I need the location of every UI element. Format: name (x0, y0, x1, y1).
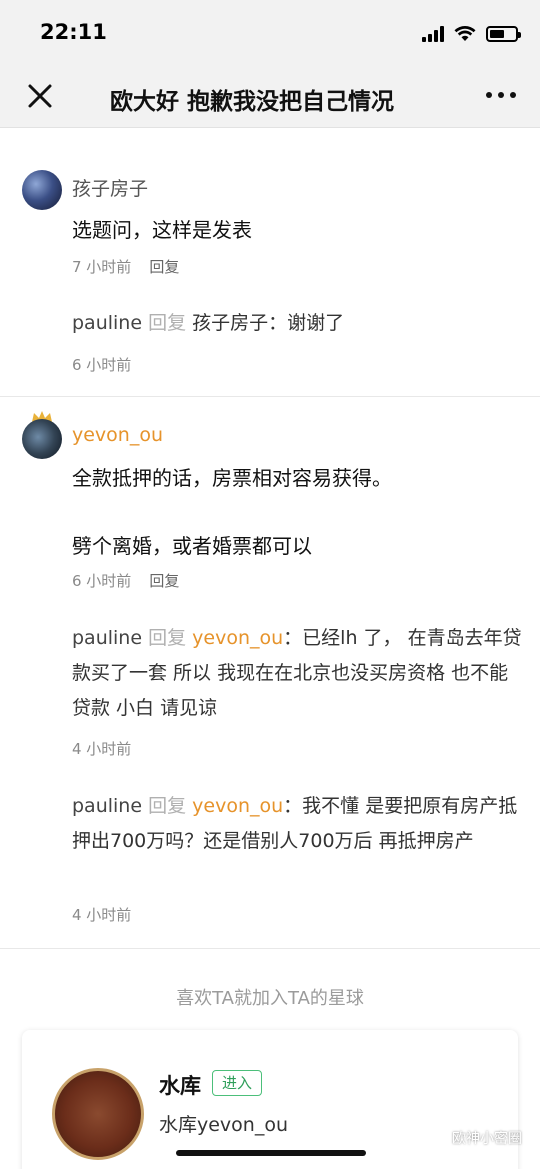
battery-icon (486, 26, 521, 42)
planet-name: 水库 (159, 1074, 201, 1098)
reply-button[interactable]: 回复 (149, 258, 179, 276)
reply-target[interactable]: yevon_ou (192, 795, 283, 817)
comment-username[interactable]: 孩子房子 (72, 174, 148, 201)
close-icon[interactable] (26, 82, 54, 110)
page-title: 欧大好 抱歉我没把自己情况 (110, 89, 395, 112)
comment-time: 7 小时前 (72, 258, 132, 276)
reply-button[interactable]: 回复 (149, 572, 179, 590)
wifi-icon (454, 26, 476, 41)
status-icons (422, 24, 521, 44)
more-options-icon[interactable] (486, 92, 516, 98)
reply-author[interactable]: pauline (72, 795, 142, 817)
reply-verb: 回复 (148, 312, 187, 334)
reply-item: pauline 回复 yevon_ou：我不懂 是要把原有房产抵押出700万吗？… (72, 789, 522, 859)
comment-meta: 7 小时前 回复 (72, 256, 179, 277)
comment-meta: 6 小时前 回复 (72, 570, 179, 591)
avatar[interactable] (22, 170, 62, 210)
comment-text: 全款抵押的话，房票相对容易获得。 (72, 466, 392, 490)
comment-text: 选题问，这样是发表 (72, 218, 252, 242)
wechat-icon (426, 1130, 446, 1146)
reply-item: pauline 回复 yevon_ou：已经lh 了， 在青岛去年贷款买了一套 … (72, 621, 522, 726)
reply-target[interactable]: 孩子房子 (192, 312, 268, 334)
comment-time: 6 小时前 (72, 572, 132, 590)
reply-target[interactable]: yevon_ou (192, 627, 283, 649)
watermark-badge: 欧神小密圈 (426, 1128, 522, 1148)
reply-time: 4 小时前 (72, 740, 132, 758)
reply-verb: 回复 (148, 627, 187, 649)
cellular-signal-icon (422, 26, 444, 42)
planet-card[interactable]: 水库 进入 水库yevon_ou (22, 1030, 518, 1169)
comment-text: 劈个离婚，或者婚票都可以 (72, 534, 312, 558)
reply-time: 4 小时前 (72, 906, 132, 924)
planet-avatar (52, 1068, 144, 1160)
status-time: 22:11 (40, 20, 107, 44)
avatar[interactable] (22, 419, 62, 459)
divider (0, 396, 540, 397)
reply-author[interactable]: pauline (72, 627, 142, 649)
reply-time: 6 小时前 (72, 356, 132, 374)
reply-item: pauline 回复 孩子房子：谢谢了 (72, 306, 522, 341)
status-bar: 22:11 (0, 0, 540, 64)
watermark-label: 欧神小密圈 (452, 1131, 522, 1147)
comment-username[interactable]: yevon_ou (72, 424, 163, 446)
nav-bar: 欧大好 抱歉我没把自己情况 (0, 64, 540, 128)
recommend-label: 喜欢TA就加入TA的星球 (176, 988, 364, 1009)
divider (0, 948, 540, 949)
planet-owner: 水库yevon_ou (159, 1114, 289, 1136)
reply-content: ：谢谢了 (268, 312, 345, 334)
enter-button[interactable]: 进入 (212, 1070, 262, 1096)
reply-verb: 回复 (148, 795, 187, 817)
home-indicator[interactable] (176, 1150, 366, 1156)
comment-list: 孩子房子 选题问，这样是发表 7 小时前 回复 pauline 回复 孩子房子：谢… (0, 128, 540, 1169)
reply-author[interactable]: pauline (72, 312, 142, 334)
